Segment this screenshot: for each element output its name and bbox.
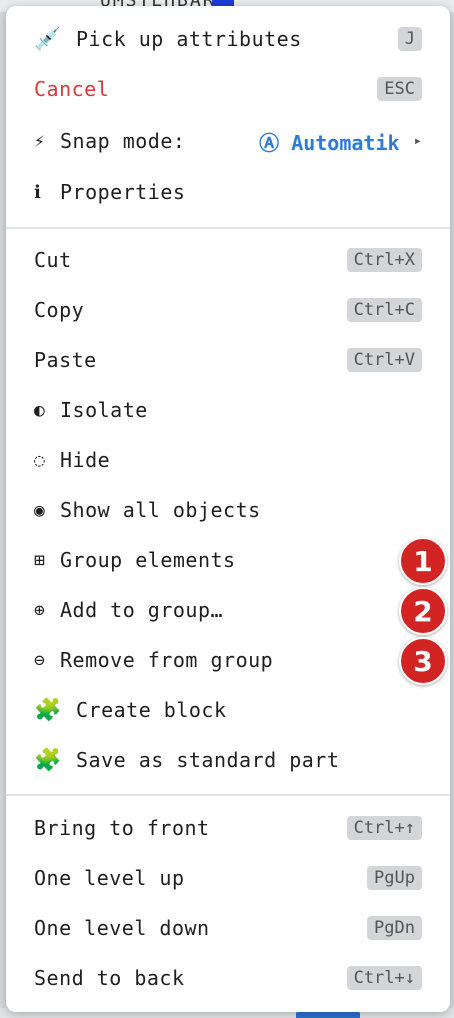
snap-mode-value[interactable]: Ⓐ Automatik: [259, 127, 399, 156]
menu-item-label: Isolate: [60, 398, 148, 422]
submenu-arrow-icon: ▸: [413, 133, 422, 149]
menu-item-save-as-standard-part[interactable]: 🧩 Save as standard part: [6, 735, 450, 785]
menu-item-label: Pick up attributes: [76, 27, 302, 51]
shortcut-badge: PgDn: [367, 916, 422, 940]
menu-item-one-level-down[interactable]: One level down PgDn: [6, 903, 450, 953]
menu-item-isolate[interactable]: ◐ Isolate: [6, 385, 450, 435]
automatic-circle-icon: Ⓐ: [259, 130, 280, 155]
menu-item-label: One level down: [34, 916, 210, 940]
menu-item-label: One level up: [34, 866, 185, 890]
menu-item-cut[interactable]: Cut Ctrl+X: [6, 235, 450, 285]
shortcut-badge: Ctrl+V: [346, 348, 422, 372]
menu-item-one-level-up[interactable]: One level up PgUp: [6, 853, 450, 903]
menu-item-create-block[interactable]: 🧩 Create block: [6, 685, 450, 735]
squared-plus-icon: ⊞: [34, 549, 45, 571]
shortcut-badge: Ctrl+X: [346, 248, 422, 272]
menu-item-label: Group elements: [60, 548, 236, 572]
menu-item-cancel[interactable]: Cancel ESC: [6, 64, 450, 114]
circled-plus-icon: ⊕: [34, 599, 45, 621]
menu-item-label: Copy: [34, 298, 85, 322]
filled-circle-icon: ◉: [34, 499, 45, 521]
menu-item-remove-from-group[interactable]: ⊖ Remove from group: [6, 635, 450, 685]
shortcut-badge: Ctrl+↓: [346, 966, 422, 990]
menu-item-properties[interactable]: ℹ Properties: [6, 167, 450, 217]
menu-item-label: Paste: [34, 348, 97, 372]
puzzle-icon: 🧩: [34, 697, 62, 723]
menu-item-add-to-group[interactable]: ⊕ Add to group…: [6, 585, 450, 635]
shortcut-badge: ESC: [377, 77, 422, 101]
shortcut-badge: PgUp: [367, 866, 422, 890]
menu-item-group-elements[interactable]: ⊞ Group elements: [6, 535, 450, 585]
menu-item-pick-up-attributes[interactable]: 💉 Pick up attributes J: [6, 14, 450, 64]
menu-item-send-to-back[interactable]: Send to back Ctrl+↓: [6, 953, 450, 1003]
lightning-icon: ⚡: [34, 130, 45, 152]
menu-item-label: Properties: [60, 180, 186, 204]
menu-item-bring-to-front[interactable]: Bring to front Ctrl+↑: [6, 803, 450, 853]
annotation-badge-2: 2: [399, 587, 447, 635]
shortcut-badge: Ctrl+C: [346, 298, 422, 322]
syringe-icon: 💉: [34, 26, 62, 52]
context-menu: 💉 Pick up attributes J Cancel ESC ⚡ Snap…: [6, 6, 450, 1012]
menu-item-label: Remove from group: [60, 648, 274, 672]
menu-item-label: Show all objects: [60, 498, 261, 522]
menu-item-label: Add to group…: [60, 598, 224, 622]
half-circle-icon: ◐: [34, 399, 45, 421]
dotted-circle-icon: ◌: [34, 449, 45, 471]
menu-item-label: Save as standard part: [76, 748, 340, 772]
info-icon: ℹ: [34, 181, 41, 203]
menu-item-label: Bring to front: [34, 816, 210, 840]
menu-divider: [6, 227, 450, 229]
menu-item-label: Send to back: [34, 966, 185, 990]
menu-item-label: Snap mode:: [60, 129, 186, 153]
menu-divider: [6, 794, 450, 796]
menu-item-label: Cut: [34, 248, 72, 272]
menu-item-paste[interactable]: Paste Ctrl+V: [6, 335, 450, 385]
menu-item-label: Cancel: [34, 77, 110, 101]
annotation-badge-1: 1: [399, 537, 447, 585]
menu-item-copy[interactable]: Copy Ctrl+C: [6, 285, 450, 335]
menu-item-snap-mode[interactable]: ⚡ Snap mode: Ⓐ Automatik ▸: [6, 116, 450, 166]
annotation-badge-3: 3: [399, 637, 447, 685]
menu-item-label: Hide: [60, 448, 111, 472]
shortcut-badge: Ctrl+↑: [346, 816, 422, 840]
snap-mode-value-label: Automatik: [291, 130, 400, 155]
puzzle-icon: 🧩: [34, 747, 62, 773]
circled-minus-icon: ⊖: [34, 649, 45, 671]
shortcut-badge: J: [397, 27, 422, 51]
menu-item-label: Create block: [76, 698, 227, 722]
menu-item-hide[interactable]: ◌ Hide: [6, 435, 450, 485]
menu-item-show-all-objects[interactable]: ◉ Show all objects: [6, 485, 450, 535]
